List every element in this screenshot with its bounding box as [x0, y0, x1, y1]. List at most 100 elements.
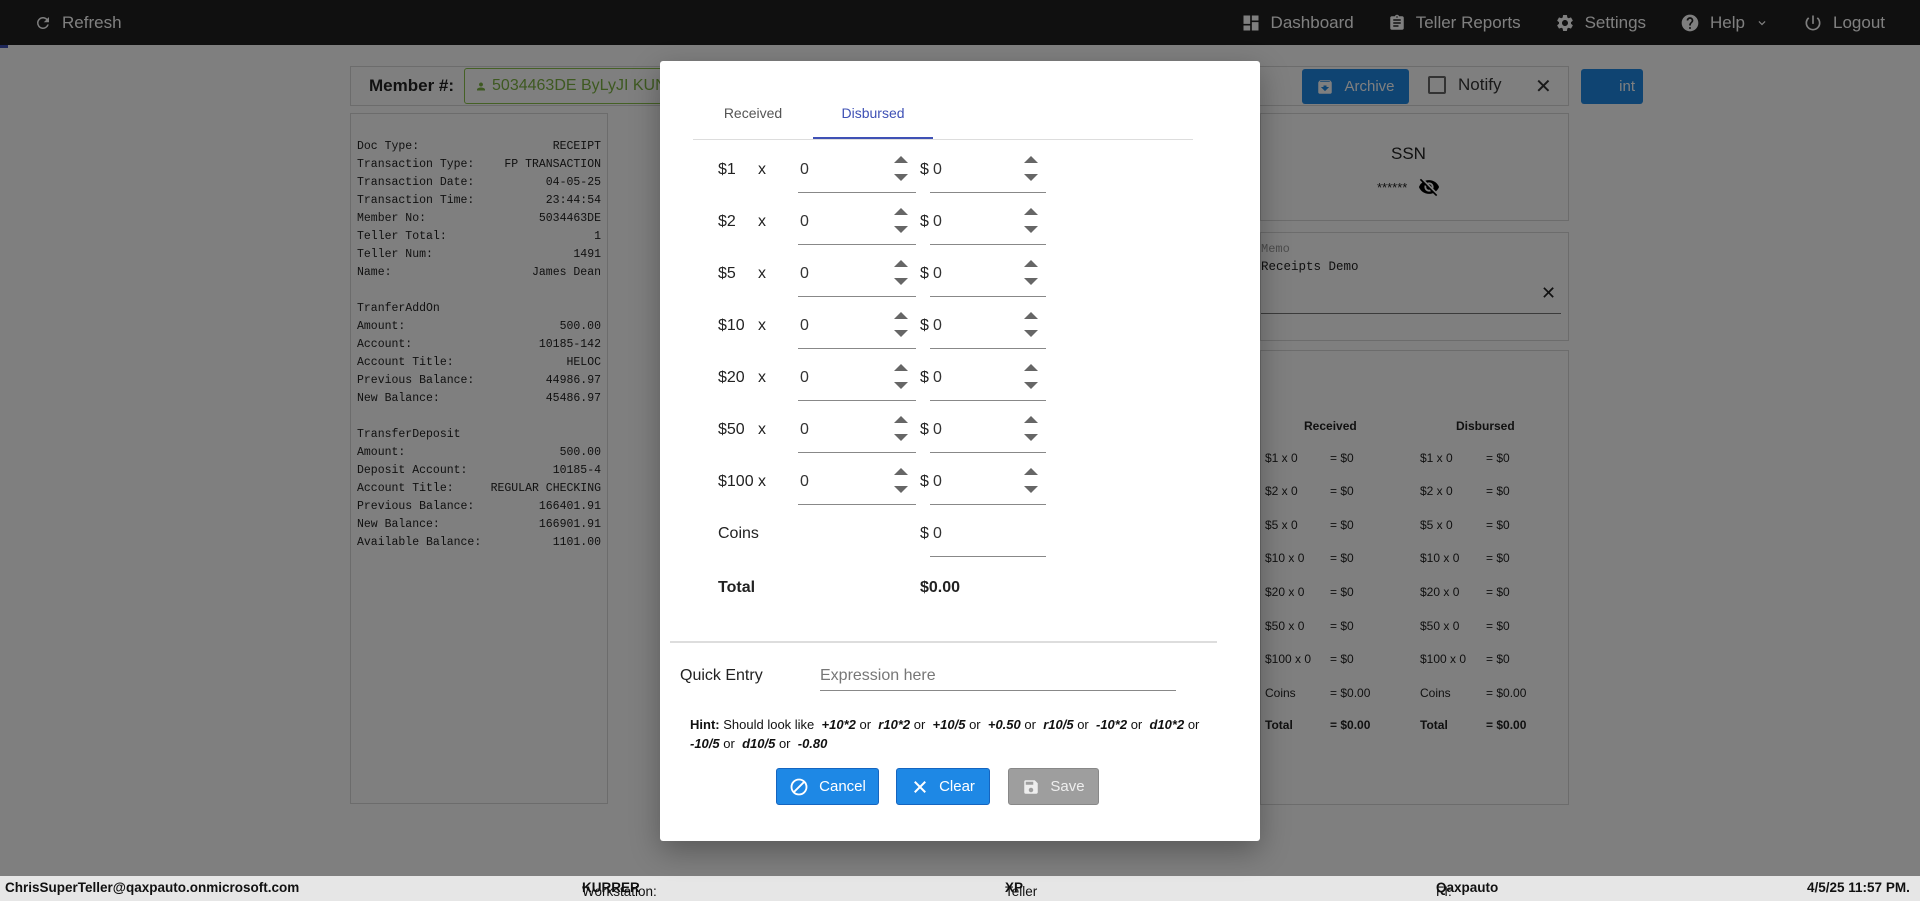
decrement-arrow-icon[interactable]	[894, 174, 908, 181]
amount-stepper[interactable]	[1024, 364, 1038, 396]
amount-value: 0	[933, 473, 942, 490]
decrement-arrow-icon[interactable]	[1024, 174, 1038, 181]
footer-datetime: 4/5/25 11:57 PM.	[1807, 880, 1910, 895]
decrement-arrow-icon[interactable]	[894, 278, 908, 285]
amount-input[interactable]: 0	[930, 205, 1046, 245]
decrement-arrow-icon[interactable]	[894, 382, 908, 389]
amount-input[interactable]: 0	[930, 257, 1046, 297]
hint-or: or	[1187, 717, 1200, 732]
decrement-arrow-icon[interactable]	[1024, 226, 1038, 233]
decrement-arrow-icon[interactable]	[1024, 486, 1038, 493]
decrement-arrow-icon[interactable]	[1024, 382, 1038, 389]
save-button[interactable]: Save	[1008, 768, 1099, 805]
count-value: 0	[800, 265, 809, 282]
dollar-sign: $	[920, 421, 929, 438]
hint-or: or	[969, 717, 981, 732]
count-value: 0	[800, 421, 809, 438]
decrement-arrow-icon[interactable]	[1024, 434, 1038, 441]
count-stepper[interactable]	[894, 364, 908, 396]
count-stepper[interactable]	[894, 468, 908, 500]
decrement-arrow-icon[interactable]	[1024, 330, 1038, 337]
multiply-sign: x	[758, 421, 766, 438]
increment-arrow-icon[interactable]	[1024, 468, 1038, 475]
increment-arrow-icon[interactable]	[1024, 260, 1038, 267]
hint-example: +0.50	[987, 717, 1021, 732]
denomination-label: $1	[718, 161, 736, 178]
decrement-arrow-icon[interactable]	[894, 486, 908, 493]
amount-input[interactable]: 0	[930, 465, 1046, 505]
decrement-arrow-icon[interactable]	[894, 226, 908, 233]
count-stepper[interactable]	[894, 260, 908, 292]
cancel-button[interactable]: Cancel	[776, 768, 879, 805]
hint-example: d10*2	[1149, 717, 1185, 732]
hint-label: Hint:	[690, 717, 720, 732]
amount-input[interactable]: 0	[930, 153, 1046, 193]
amount-stepper[interactable]	[1024, 312, 1038, 344]
increment-arrow-icon[interactable]	[894, 468, 908, 475]
increment-arrow-icon[interactable]	[894, 156, 908, 163]
count-input[interactable]: 0	[798, 205, 916, 245]
amount-input[interactable]: 0	[930, 413, 1046, 453]
amount-input[interactable]: 0	[930, 361, 1046, 401]
denomination-label: $20	[718, 369, 745, 386]
quick-entry-input[interactable]	[820, 653, 1176, 691]
divider	[670, 641, 1217, 643]
increment-arrow-icon[interactable]	[1024, 156, 1038, 163]
cancel-label: Cancel	[819, 778, 866, 795]
status-footer: ChrisSuperTeller@qaxpauto.onmicrosoft.co…	[0, 876, 1920, 901]
count-input[interactable]: 0	[798, 413, 916, 453]
denomination-label: $2	[718, 213, 736, 230]
clear-button[interactable]: Clear	[896, 768, 990, 805]
count-stepper[interactable]	[894, 312, 908, 344]
hint-or: or	[913, 717, 926, 732]
count-value: 0	[800, 317, 809, 334]
increment-arrow-icon[interactable]	[894, 312, 908, 319]
amount-value: 0	[933, 213, 942, 230]
increment-arrow-icon[interactable]	[894, 364, 908, 371]
amount-value: 0	[933, 317, 942, 334]
footer-platform-label: Teller Platform:	[1005, 884, 1059, 901]
increment-arrow-icon[interactable]	[1024, 208, 1038, 215]
increment-arrow-icon[interactable]	[1024, 364, 1038, 371]
increment-arrow-icon[interactable]	[1024, 312, 1038, 319]
count-input[interactable]: 0	[798, 309, 916, 349]
multiply-sign: x	[758, 265, 766, 282]
amount-stepper[interactable]	[1024, 208, 1038, 240]
increment-arrow-icon[interactable]	[894, 208, 908, 215]
count-value: 0	[800, 473, 809, 490]
count-stepper[interactable]	[894, 156, 908, 188]
amount-stepper[interactable]	[1024, 468, 1038, 500]
count-stepper[interactable]	[894, 416, 908, 448]
count-input[interactable]: 0	[798, 257, 916, 297]
decrement-arrow-icon[interactable]	[1024, 278, 1038, 285]
amount-input[interactable]: 0	[930, 309, 1046, 349]
count-input[interactable]: 0	[798, 153, 916, 193]
tab-received[interactable]: Received	[693, 95, 813, 139]
count-value: 0	[800, 213, 809, 230]
tab-disbursed[interactable]: Disbursed	[813, 95, 933, 139]
dollar-sign: $	[920, 265, 929, 282]
amount-stepper[interactable]	[1024, 156, 1038, 188]
coins-amount-input[interactable]: 0	[930, 517, 1046, 557]
increment-arrow-icon[interactable]	[894, 416, 908, 423]
increment-arrow-icon[interactable]	[1024, 416, 1038, 423]
amount-value: 0	[933, 421, 942, 438]
count-input[interactable]: 0	[798, 465, 916, 505]
denomination-row: $100 x 0 $0	[660, 465, 1260, 505]
footer-platform: Teller Platform: XP	[1005, 880, 1059, 901]
hint-text: Hint: Should look like +10*2 or r10*2 or…	[690, 715, 1210, 753]
decrement-arrow-icon[interactable]	[894, 330, 908, 337]
denomination-row: $1 x 0 $0	[660, 153, 1260, 193]
count-input[interactable]: 0	[798, 361, 916, 401]
decrement-arrow-icon[interactable]	[894, 434, 908, 441]
block-icon	[790, 778, 808, 795]
amount-stepper[interactable]	[1024, 416, 1038, 448]
tab-bar: Received Disbursed	[693, 95, 1193, 140]
amount-stepper[interactable]	[1024, 260, 1038, 292]
footer-fi-label: FI:	[1436, 884, 1452, 899]
count-stepper[interactable]	[894, 208, 908, 240]
hint-example: r10/5	[1043, 717, 1074, 732]
increment-arrow-icon[interactable]	[894, 260, 908, 267]
count-value: 0	[800, 369, 809, 386]
multiply-sign: x	[758, 369, 766, 386]
